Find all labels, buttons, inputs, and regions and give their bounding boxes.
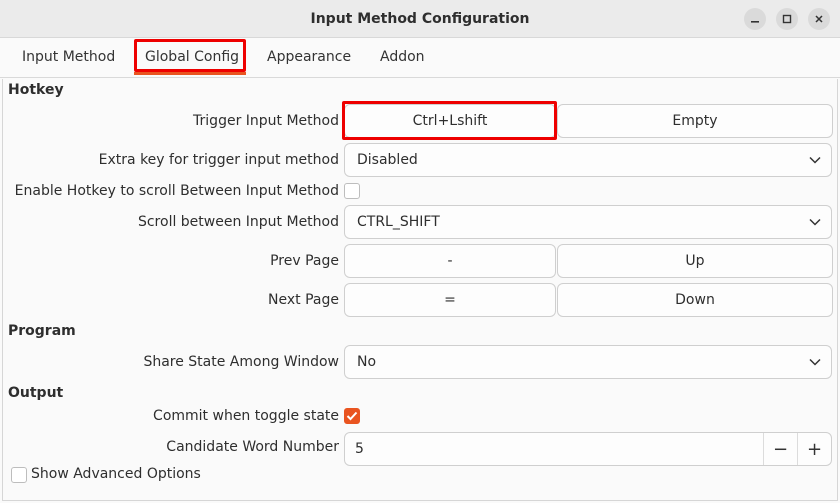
extra-key-dropdown[interactable]: Disabled <box>344 143 832 177</box>
close-icon <box>815 15 823 23</box>
prev-page-label: Prev Page <box>270 253 339 269</box>
extra-key-label: Extra key for trigger input method <box>98 152 339 168</box>
scroll-dropdown[interactable]: CTRL_SHIFT <box>344 205 832 239</box>
share-state-dropdown[interactable]: No <box>344 345 832 379</box>
minimize-icon <box>751 21 759 23</box>
show-advanced-checkbox[interactable] <box>11 467 27 483</box>
tab-input-method[interactable]: Input Method <box>22 38 115 78</box>
scroll-value: CTRL_SHIFT <box>357 214 440 230</box>
close-button[interactable] <box>808 8 830 30</box>
candidate-number-spinbutton[interactable]: 5 − + <box>344 432 832 466</box>
prev-page-key-button-1[interactable]: - <box>344 244 556 278</box>
next-page-key-button-2[interactable]: Down <box>557 283 833 317</box>
tab-bar: Input Method Global Config Appearance Ad… <box>0 38 840 78</box>
share-state-label: Share State Among Window <box>143 354 339 370</box>
prev-page-key-button-2[interactable]: Up <box>557 244 833 278</box>
tab-addon[interactable]: Addon <box>380 38 425 78</box>
share-state-value: No <box>357 354 377 370</box>
tab-appearance[interactable]: Appearance <box>267 38 351 78</box>
checkmark-icon <box>346 411 358 421</box>
title-bar: Input Method Configuration <box>0 0 840 38</box>
trigger-key-button-2[interactable]: Empty <box>557 104 833 138</box>
decrement-button[interactable]: − <box>763 433 797 465</box>
enable-scroll-checkbox[interactable] <box>344 183 360 199</box>
highlight-box-trigger <box>342 101 557 140</box>
commit-toggle-label: Commit when toggle state <box>153 408 339 424</box>
trigger-input-method-label: Trigger Input Method <box>193 113 339 129</box>
chevron-down-icon <box>809 346 821 378</box>
chevron-down-icon <box>809 144 821 176</box>
chevron-down-icon <box>809 206 821 238</box>
scroll-label: Scroll between Input Method <box>137 214 339 230</box>
candidate-number-value[interactable]: 5 <box>355 433 364 465</box>
commit-toggle-checkbox[interactable] <box>344 408 360 424</box>
next-page-label: Next Page <box>268 292 339 308</box>
section-program: Program <box>8 323 76 339</box>
increment-button[interactable]: + <box>797 433 831 465</box>
minimize-button[interactable] <box>744 8 766 30</box>
extra-key-value: Disabled <box>357 152 418 168</box>
section-hotkey: Hotkey <box>8 82 64 98</box>
next-page-key-button-1[interactable]: = <box>344 283 556 317</box>
maximize-icon <box>782 14 792 24</box>
section-output: Output <box>8 385 64 401</box>
enable-scroll-label: Enable Hotkey to scroll Between Input Me… <box>14 183 339 199</box>
maximize-button[interactable] <box>776 8 798 30</box>
selected-tab-indicator <box>134 72 246 75</box>
window-title: Input Method Configuration <box>310 11 530 27</box>
candidate-number-label: Candidate Word Number <box>166 439 339 455</box>
highlight-box-tab <box>134 39 246 72</box>
show-advanced-label[interactable]: Show Advanced Options <box>31 466 201 482</box>
